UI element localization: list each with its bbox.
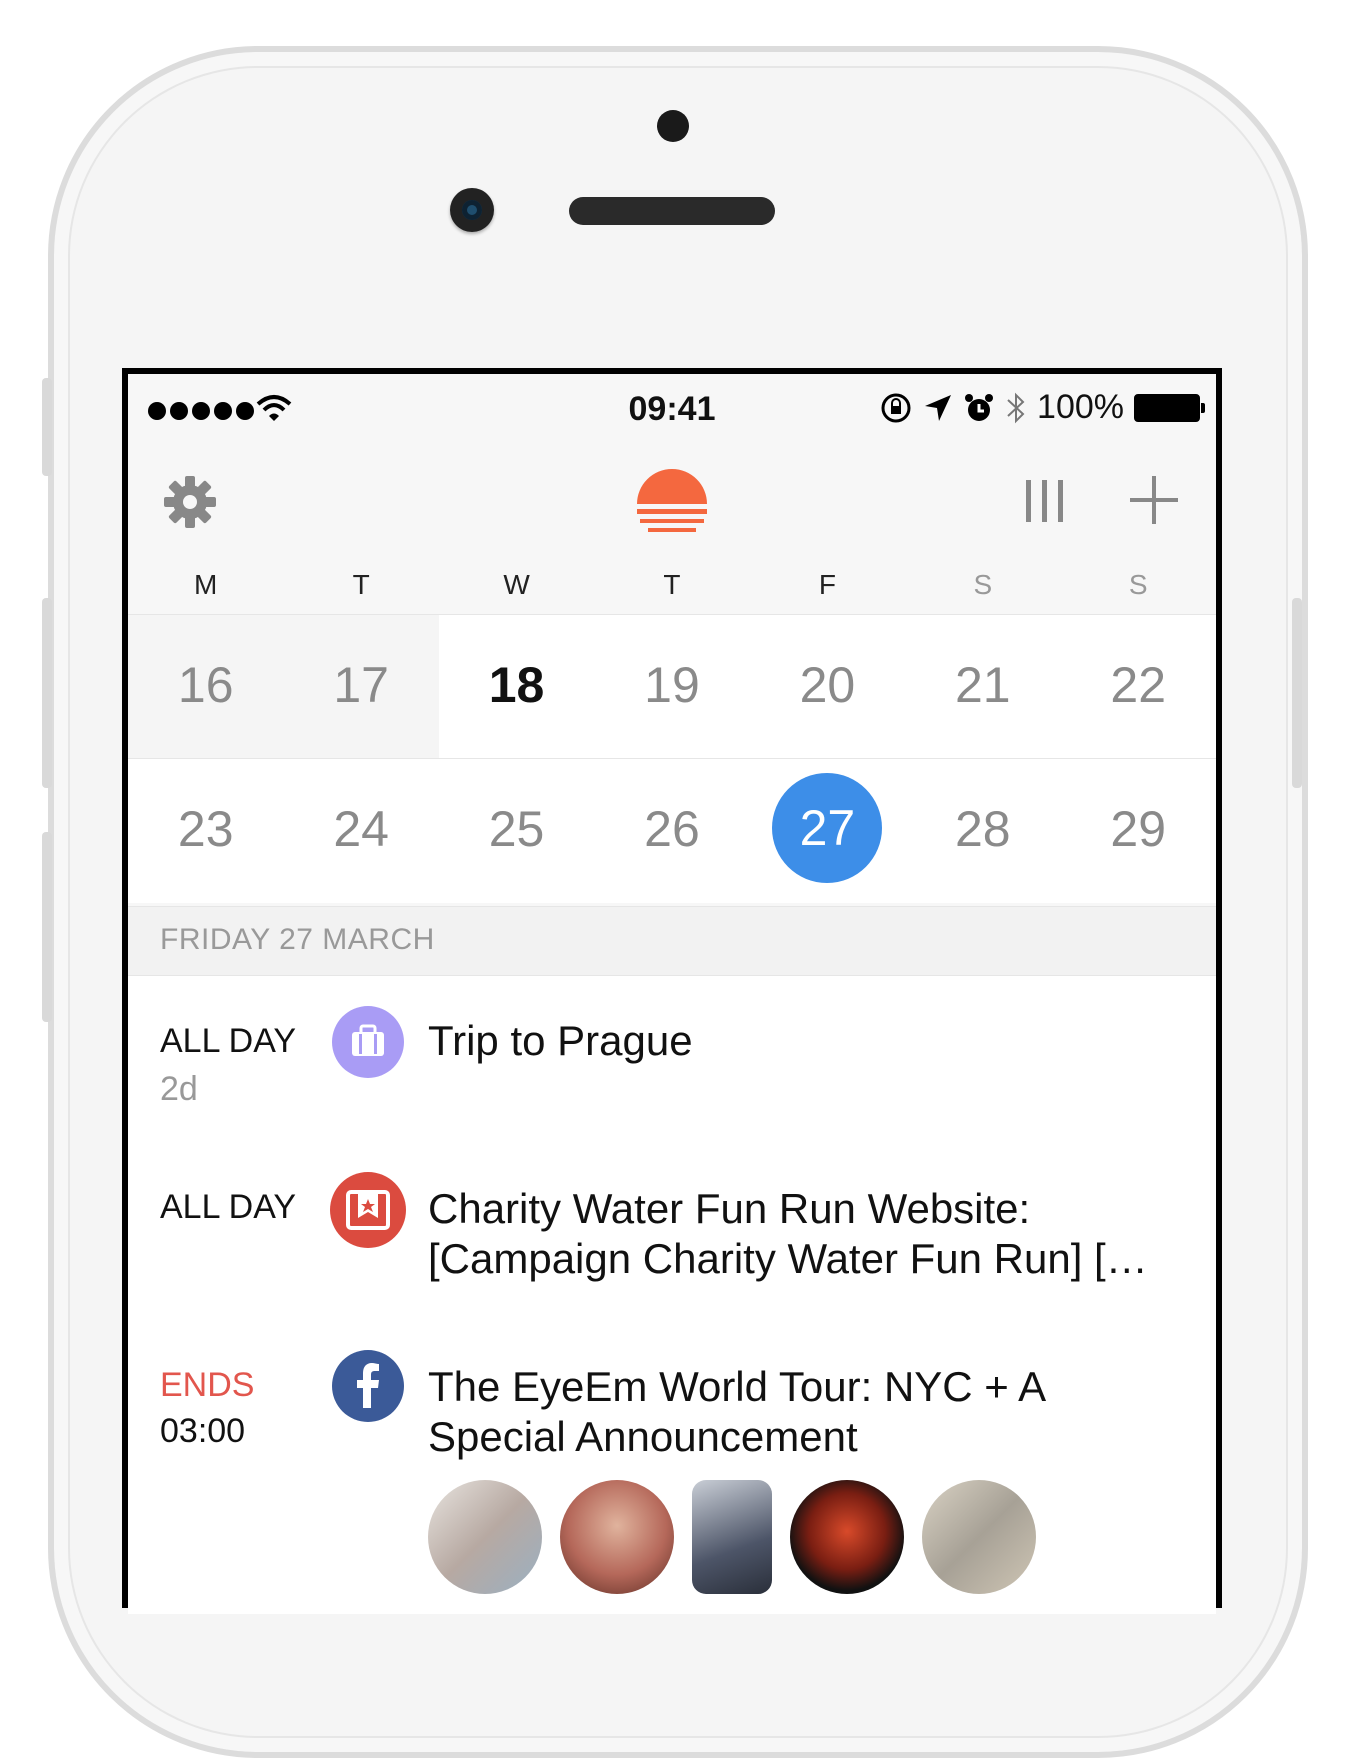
front-camera	[450, 188, 494, 232]
event-ends-label: ENDS	[160, 1366, 255, 1404]
calendar-day[interactable]: 20	[750, 615, 905, 759]
battery-icon	[1134, 393, 1205, 422]
weekday-label: W	[503, 569, 530, 600]
attendee-avatars	[428, 1480, 1036, 1594]
weekday-label: S	[1128, 569, 1148, 600]
selected-day-circle: 27	[772, 773, 883, 883]
calendar-week-row: 16 17 18 19 20 21 22	[128, 614, 1216, 759]
calendar-week-row: 23 24 25 26 27 28 29	[128, 758, 1216, 903]
event-time: ALL DAY	[160, 1188, 297, 1226]
event-title: Trip to Prague	[428, 1017, 693, 1064]
weekday-label: M	[194, 569, 218, 600]
event-row[interactable]: ALL DAY 2d Trip to Prague	[128, 976, 1216, 1143]
facebook-icon	[332, 1350, 404, 1422]
power-button	[1292, 598, 1302, 788]
location-icon	[925, 394, 952, 421]
weekday-label: T	[352, 569, 370, 600]
bluetooth-icon	[1007, 392, 1025, 423]
status-right: 100%	[879, 388, 1205, 427]
calendar-day[interactable]: 25	[439, 759, 594, 903]
event-end-time: 03:00	[160, 1412, 246, 1450]
calendar-day[interactable]: 21	[905, 615, 1060, 759]
settings-gear-icon[interactable]	[164, 476, 216, 528]
rotation-lock-icon	[881, 393, 911, 422]
earpiece-speaker	[569, 197, 775, 225]
calendar-day[interactable]: 16	[128, 615, 284, 759]
calendar-day[interactable]: 17	[283, 615, 439, 759]
calendar-day[interactable]: 22	[1061, 615, 1216, 759]
event-duration: 2d	[160, 1070, 198, 1108]
calendar-day[interactable]: 29	[1061, 759, 1216, 903]
calendar-day[interactable]: 24	[283, 759, 438, 903]
agenda-day-header: FRIDAY 27 MARCH	[128, 906, 1216, 976]
calendar-day[interactable]: 23	[128, 759, 283, 903]
calendar-day-today[interactable]: 18	[439, 615, 594, 759]
event-title-line2: Special Announcement	[428, 1413, 858, 1460]
weekday-label: S	[973, 569, 993, 600]
add-event-plus-icon[interactable]	[1128, 474, 1180, 526]
app-toolbar	[128, 436, 1216, 556]
agenda-date-label: FRIDAY 27 MARCH	[160, 923, 435, 956]
weekday-label: T	[663, 569, 681, 600]
app-screen: 09:41 100% M T W T F S S 16 17 18 19 20 …	[128, 374, 1216, 1614]
event-title-line1: The EyeEm World Tour: NYC + A	[428, 1363, 1047, 1410]
event-time: ALL DAY	[160, 1022, 297, 1060]
event-title-line2: [Campaign Charity Water Fun Run] […	[428, 1235, 1148, 1282]
status-bar: 09:41 100%	[128, 374, 1216, 436]
view-columns-icon[interactable]	[1024, 478, 1066, 524]
event-title-line1: Charity Water Fun Run Website:	[428, 1185, 1031, 1232]
avatar[interactable]	[560, 1480, 674, 1594]
event-row[interactable]: ALL DAY Charity Water Fun Run Website: […	[128, 1142, 1216, 1321]
avatar[interactable]	[790, 1480, 904, 1594]
calendar-day[interactable]: 28	[905, 759, 1060, 903]
proximity-sensor	[657, 110, 689, 142]
event-row[interactable]: ENDS 03:00 The EyeEm World Tour: NYC + A…	[128, 1320, 1216, 1614]
sunrise-logo-icon	[637, 469, 707, 532]
weekday-header: M T W T F S S	[128, 556, 1216, 614]
suitcase-icon	[332, 1006, 404, 1078]
calendar-day-selected[interactable]: 27	[750, 759, 905, 903]
screen-bezel: 09:41 100% M T W T F S S 16 17 18 19 20 …	[122, 368, 1222, 1614]
alarm-icon	[965, 393, 994, 421]
mute-switch	[42, 378, 52, 476]
volume-up-button	[42, 598, 52, 788]
calendar-day[interactable]: 26	[594, 759, 749, 903]
calendar-day[interactable]: 19	[594, 615, 749, 759]
avatar[interactable]	[922, 1480, 1036, 1594]
avatar[interactable]	[428, 1480, 542, 1594]
volume-down-button	[42, 832, 52, 1022]
battery-percent: 100%	[1037, 388, 1124, 426]
weekday-label: F	[818, 569, 836, 600]
wunderlist-icon	[330, 1172, 406, 1248]
avatar[interactable]	[692, 1480, 772, 1594]
